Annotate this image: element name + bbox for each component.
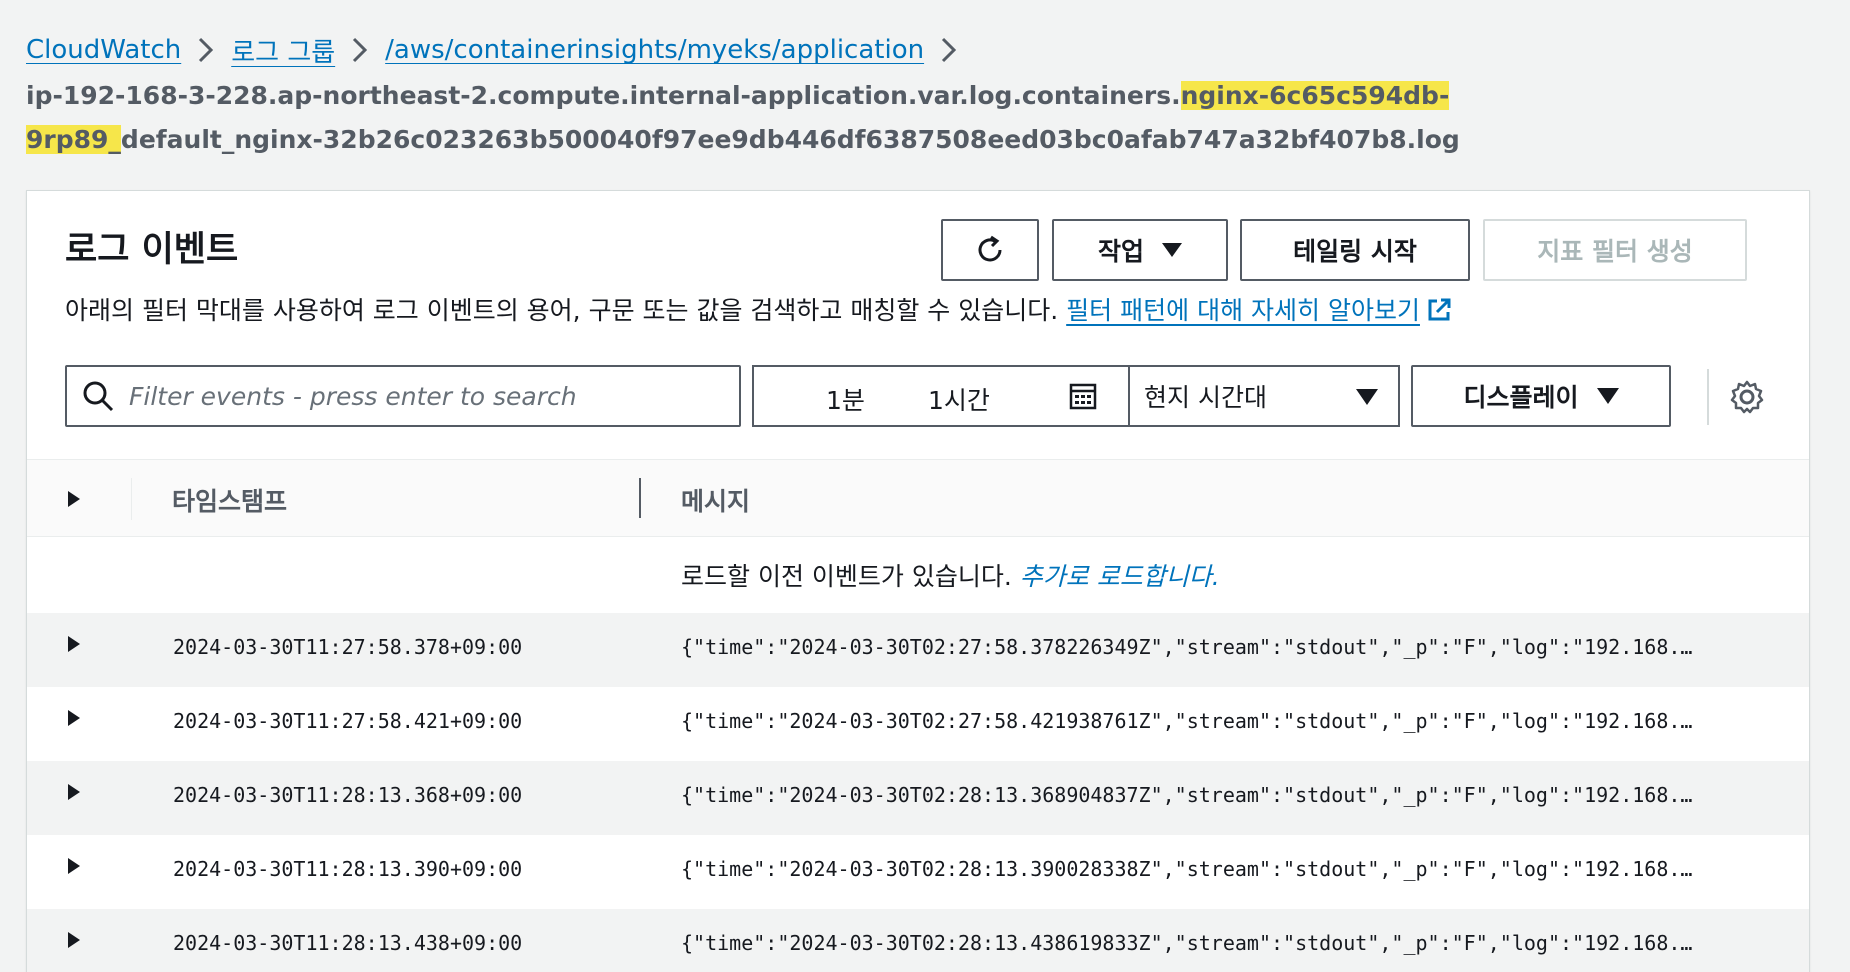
actions-dropdown[interactable]: 작업 — [1052, 219, 1228, 281]
toolbar-divider — [1707, 369, 1709, 425]
load-more-link[interactable]: 추가로 로드합니다. — [1020, 562, 1220, 591]
chevron-right-icon — [181, 30, 231, 70]
row-timestamp: 2024-03-30T11:28:13.390+09:00 — [173, 857, 523, 881]
learn-more-label: 필터 패턴에 대해 자세히 알아보기 — [1066, 296, 1420, 325]
row-timestamp: 2024-03-30T11:27:58.421+09:00 — [173, 709, 523, 733]
stream-name-prefix: ip-192-168-3-228.ap-northeast-2.compute.… — [26, 81, 1181, 110]
table-header: 타임스탬프 메시지 — [27, 459, 1809, 537]
expand-row-icon[interactable] — [67, 931, 81, 949]
row-timestamp: 2024-03-30T11:27:58.378+09:00 — [173, 635, 523, 659]
column-divider — [131, 478, 132, 520]
calendar-icon[interactable] — [1068, 381, 1098, 411]
caret-down-icon — [1596, 388, 1619, 404]
time-range-1hour[interactable]: 1시간 — [928, 381, 990, 417]
table-row[interactable]: 2024-03-30T11:27:58.378+09:00 {"time":"20… — [27, 613, 1809, 687]
table-row[interactable]: 2024-03-30T11:28:13.390+09:00 {"time":"20… — [27, 835, 1809, 909]
row-message: {"time":"2024-03-30T02:27:58.421938761Z"… — [681, 709, 1693, 733]
table-row[interactable]: 2024-03-30T11:27:58.421+09:00 {"time":"20… — [27, 687, 1809, 761]
log-events-panel: 로그 이벤트 작업 테일링 시작 지표 필터 생성 아래의 필터 막대를 사용하… — [26, 190, 1810, 972]
expand-row-icon[interactable] — [67, 783, 81, 801]
cloudwatch-log-events-page: CloudWatch 로그 그룹 /aws/containerinsights/… — [0, 0, 1850, 972]
column-header-timestamp[interactable]: 타임스탬프 — [172, 482, 287, 518]
load-older-events-row: 로드할 이전 이벤트가 있습니다. 추가로 로드합니다. — [27, 537, 1809, 613]
caret-down-icon — [1356, 389, 1378, 405]
start-tailing-button[interactable]: 테일링 시작 — [1240, 219, 1470, 281]
timezone-label: 현지 시간대 — [1144, 383, 1267, 412]
expand-row-icon[interactable] — [67, 709, 81, 727]
row-timestamp: 2024-03-30T11:28:13.438+09:00 — [173, 931, 523, 955]
expand-row-icon[interactable] — [67, 857, 81, 875]
display-label: 디스플레이 — [1463, 383, 1579, 412]
refresh-icon — [978, 235, 1002, 262]
actions-label: 작업 — [1097, 237, 1144, 266]
create-metric-filter-label: 지표 필터 생성 — [1537, 237, 1693, 266]
row-timestamp: 2024-03-30T11:28:13.368+09:00 — [173, 783, 523, 807]
start-tailing-label: 테일링 시작 — [1293, 237, 1417, 266]
caret-down-icon — [1162, 243, 1182, 257]
breadcrumb-log-group-name[interactable]: /aws/containerinsights/myeks/application — [385, 35, 924, 65]
breadcrumb: CloudWatch 로그 그룹 /aws/containerinsights/… — [26, 30, 974, 70]
description-text: 아래의 필터 막대를 사용하여 로그 이벤트의 용어, 구문 또는 값을 검색하… — [65, 296, 1059, 325]
table-row[interactable]: 2024-03-30T11:28:13.368+09:00 {"time":"20… — [27, 761, 1809, 835]
row-message: {"time":"2024-03-30T02:28:13.438619833Z"… — [681, 931, 1693, 955]
table-row[interactable]: 2024-03-30T11:28:13.438+09:00 {"time":"20… — [27, 909, 1809, 972]
search-icon — [83, 381, 114, 412]
column-resize-handle[interactable] — [639, 478, 641, 518]
breadcrumb-log-groups[interactable]: 로그 그룹 — [231, 32, 335, 69]
load-older-text: 로드할 이전 이벤트가 있습니다. — [681, 562, 1012, 591]
breadcrumb-cloudwatch[interactable]: CloudWatch — [26, 35, 181, 65]
time-range-1min[interactable]: 1분 — [826, 381, 865, 417]
chevron-right-icon — [335, 30, 385, 70]
time-range-selector: 1분 1시간 — [752, 365, 1128, 427]
panel-title: 로그 이벤트 — [65, 230, 239, 270]
create-metric-filter-button[interactable]: 지표 필터 생성 — [1483, 219, 1747, 281]
learn-filter-patterns-link[interactable]: 필터 패턴에 대해 자세히 알아보기 — [1066, 296, 1452, 325]
expand-all-toggle-icon[interactable] — [67, 490, 81, 508]
row-message: {"time":"2024-03-30T02:28:13.390028338Z"… — [681, 857, 1693, 881]
row-message: {"time":"2024-03-30T02:27:58.378226349Z"… — [681, 635, 1693, 659]
display-dropdown[interactable]: 디스플레이 — [1411, 365, 1671, 427]
chevron-right-icon — [924, 30, 974, 70]
column-header-message[interactable]: 메시지 — [681, 482, 750, 518]
expand-row-icon[interactable] — [67, 635, 81, 653]
stream-name-suffix: default_nginx-32b26c023263b500040f97ee9d… — [120, 125, 1460, 154]
log-stream-name: ip-192-168-3-228.ap-northeast-2.compute.… — [26, 74, 1666, 162]
panel-description: 아래의 필터 막대를 사용하여 로그 이벤트의 용어, 구문 또는 값을 검색하… — [65, 291, 1452, 327]
external-link-icon — [1428, 298, 1451, 321]
filter-events-search[interactable] — [65, 365, 741, 427]
load-older-events: 로드할 이전 이벤트가 있습니다. 추가로 로드합니다. — [681, 557, 1220, 593]
filter-events-input[interactable] — [129, 381, 709, 411]
timezone-dropdown[interactable]: 현지 시간대 — [1128, 365, 1400, 427]
gear-icon[interactable] — [1729, 379, 1765, 415]
row-message: {"time":"2024-03-30T02:28:13.368904837Z"… — [681, 783, 1693, 807]
refresh-button[interactable] — [941, 219, 1039, 281]
